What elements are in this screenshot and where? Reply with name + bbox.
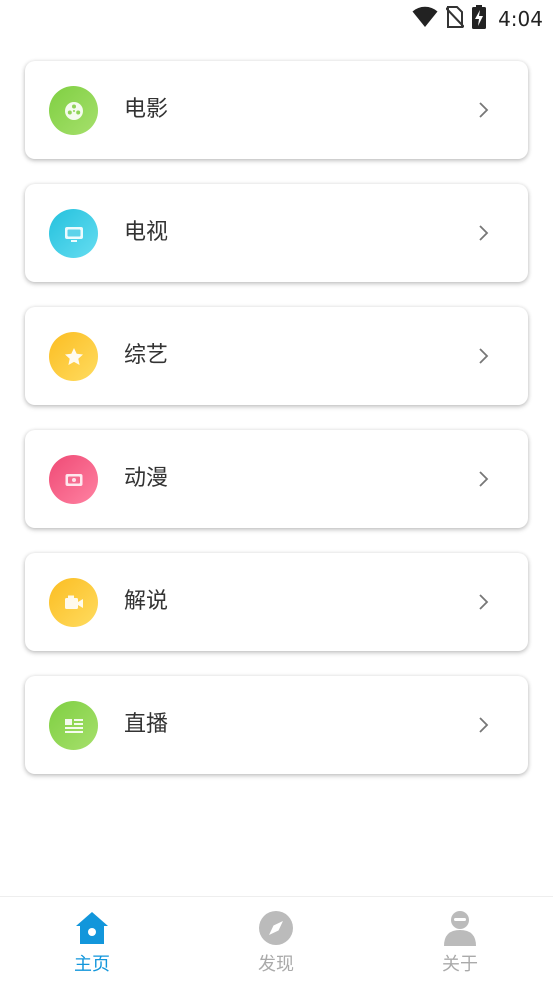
category-card-movie[interactable]: 电影 [25, 61, 528, 159]
chevron-right-icon [479, 471, 489, 487]
wifi-icon [412, 6, 438, 32]
home-icon [76, 912, 108, 944]
nav-label: 主页 [74, 954, 110, 975]
status-time: 4:04 [498, 7, 543, 31]
category-card-live[interactable]: 直播 [25, 676, 528, 774]
category-label: 电影 [124, 97, 169, 122]
anime-icon [49, 455, 98, 504]
nav-label: 发现 [258, 954, 294, 975]
battery-charging-icon [472, 5, 487, 33]
film-reel-icon [49, 86, 98, 135]
category-card-variety[interactable]: 综艺 [25, 307, 528, 405]
nav-item-about[interactable]: 关于 [400, 897, 520, 984]
compass-icon [259, 911, 293, 945]
video-camera-icon [49, 578, 98, 627]
category-label: 直播 [124, 712, 169, 737]
category-card-tv[interactable]: 电视 [25, 184, 528, 282]
nav-label: 关于 [442, 954, 478, 975]
category-card-commentary[interactable]: 解说 [25, 553, 528, 651]
category-label: 动漫 [124, 466, 169, 491]
nav-item-discover[interactable]: 发现 [216, 897, 336, 984]
chevron-right-icon [479, 102, 489, 118]
bottom-nav: 主页 发现 关于 [0, 896, 553, 984]
nav-item-home[interactable]: 主页 [32, 897, 152, 984]
chevron-right-icon [479, 348, 489, 364]
chevron-right-icon [479, 594, 489, 610]
category-label: 电视 [124, 220, 169, 245]
live-list-icon [49, 701, 98, 750]
status-bar: 4:04 [0, 0, 553, 38]
category-label: 综艺 [124, 343, 169, 368]
status-icons: 4:04 [412, 5, 543, 33]
tv-icon [49, 209, 98, 258]
chevron-right-icon [479, 225, 489, 241]
category-card-anime[interactable]: 动漫 [25, 430, 528, 528]
category-list: 电影 电视 综艺 动漫 解说 直播 [25, 61, 528, 799]
user-icon [444, 911, 476, 946]
chevron-right-icon [479, 717, 489, 733]
no-sim-icon [445, 5, 465, 33]
category-label: 解说 [124, 589, 169, 614]
star-icon [49, 332, 98, 381]
